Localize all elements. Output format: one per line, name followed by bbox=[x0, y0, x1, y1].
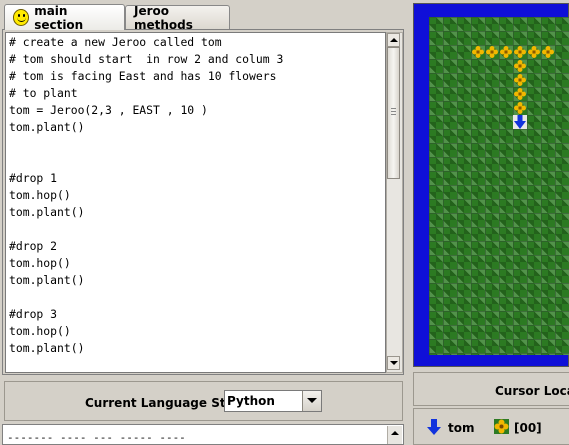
scroll-up-button[interactable] bbox=[387, 33, 400, 47]
island-view[interactable] bbox=[413, 3, 569, 367]
flower-icon bbox=[528, 46, 540, 58]
message-area: ------- ---- --- ----- ---- bbox=[2, 424, 404, 445]
flower-icon bbox=[542, 46, 554, 58]
tab-main-section-label: main section bbox=[34, 3, 84, 32]
cursor-location-panel: Cursor Locat bbox=[413, 372, 569, 406]
code-line: tom.plant() bbox=[9, 205, 85, 219]
flower-icon bbox=[486, 46, 498, 58]
flower-icon bbox=[514, 102, 526, 114]
flower-icon bbox=[472, 46, 484, 58]
code-line: tom.plant() bbox=[9, 120, 85, 134]
language-panel: Current Language Style Python bbox=[4, 381, 403, 421]
language-selected-value: Python bbox=[227, 394, 275, 408]
code-line: # create a new Jeroo called tom bbox=[9, 35, 222, 49]
code-line: #drop 2 bbox=[9, 239, 58, 253]
tab-jeroo-methods-label: Jeroo methods bbox=[134, 3, 193, 32]
code-line: # tom is facing East and has 10 flowers bbox=[9, 69, 277, 83]
flower-count: [00] bbox=[514, 421, 542, 435]
flower-icon bbox=[514, 46, 526, 58]
code-line: tom.hop() bbox=[9, 188, 71, 202]
flower-icon bbox=[500, 46, 512, 58]
message-text: ------- ---- --- ----- ---- bbox=[7, 431, 186, 444]
smiley-icon bbox=[13, 9, 30, 26]
scroll-thumb[interactable] bbox=[387, 47, 400, 179]
jeroo-tom-icon bbox=[513, 115, 527, 129]
chevron-down-icon[interactable] bbox=[302, 391, 321, 411]
flower-icon bbox=[514, 74, 526, 86]
cursor-location-label: Cursor Locat bbox=[495, 384, 569, 398]
arrow-down-icon bbox=[427, 419, 441, 435]
code-line: tom = Jeroo(2,3 , EAST , 10 ) bbox=[9, 103, 208, 117]
jeroo-name: tom bbox=[448, 421, 475, 435]
code-editor-panel: # create a new Jeroo called tom # tom sho… bbox=[2, 29, 404, 375]
flower-icon bbox=[514, 60, 526, 72]
code-line: #drop 1 bbox=[9, 171, 58, 185]
tab-main-section[interactable]: main section bbox=[4, 3, 125, 32]
jeroo-status-panel: tom [00] bbox=[413, 408, 569, 445]
code-line: tom.plant() bbox=[9, 273, 85, 287]
code-line: #drop 3 bbox=[9, 307, 58, 321]
scroll-down-button[interactable] bbox=[387, 356, 400, 370]
code-line: tom.hop() bbox=[9, 324, 71, 338]
code-line: # to plant bbox=[9, 86, 78, 100]
code-line: tom.plant() bbox=[9, 341, 85, 355]
tab-jeroo-methods[interactable]: Jeroo methods bbox=[125, 3, 230, 32]
flower-icon bbox=[494, 419, 509, 434]
code-editor[interactable]: # create a new Jeroo called tom # tom sho… bbox=[5, 32, 386, 373]
message-scrollbar[interactable] bbox=[387, 426, 402, 444]
code-line: # tom should start in row 2 and colum 3 bbox=[9, 52, 284, 66]
editor-scrollbar[interactable] bbox=[386, 32, 403, 373]
island-grass[interactable] bbox=[429, 17, 569, 355]
code-line: tom.hop() bbox=[9, 256, 71, 270]
language-select[interactable]: Python bbox=[224, 390, 322, 412]
language-label: Current Language Style bbox=[85, 396, 246, 410]
flower-icon bbox=[514, 88, 526, 100]
